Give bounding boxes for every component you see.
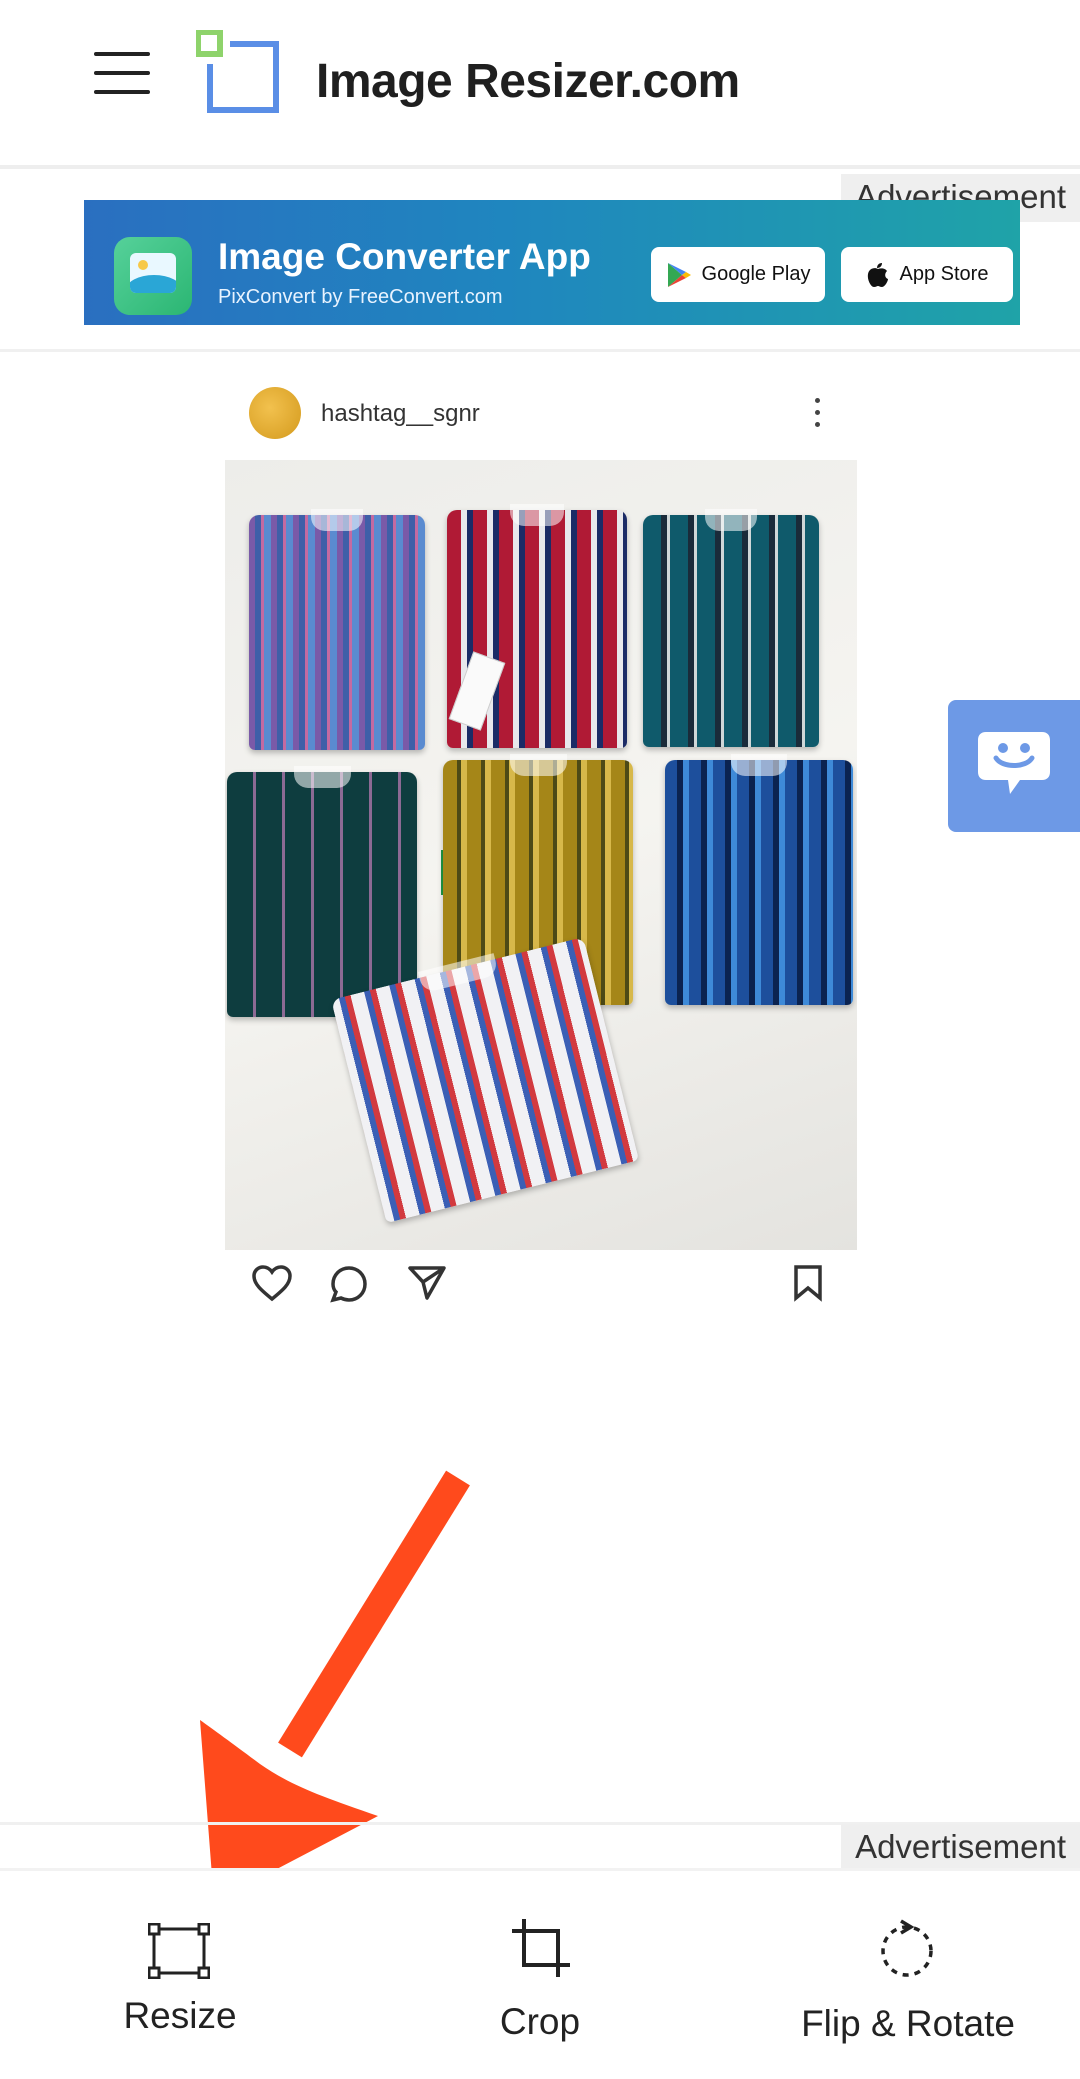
resize-tool-button[interactable]: Resize — [92, 1871, 268, 2079]
heart-icon — [252, 1265, 292, 1302]
bookmark-icon — [794, 1265, 822, 1302]
app-header: Image Resizer.com — [0, 0, 1080, 165]
flip-rotate-tool-button[interactable]: Flip & Rotate — [768, 1871, 1048, 2079]
ad-label-bottom: Advertisement — [841, 1824, 1080, 1872]
more-options-icon — [815, 398, 821, 428]
logo-icon[interactable] — [196, 30, 282, 116]
google-play-button[interactable]: Google Play — [651, 247, 825, 302]
image-converter-app-icon — [114, 237, 192, 315]
chat-smile-icon — [978, 732, 1050, 794]
google-play-label: Google Play — [701, 263, 811, 285]
apple-icon — [867, 262, 888, 287]
shirt-teal-check — [643, 509, 819, 747]
brand-title[interactable]: Image Resizer.com — [316, 54, 740, 109]
header-divider — [0, 165, 1080, 169]
uploaded-image-preview[interactable]: hashtag__sgnr — [225, 370, 857, 1310]
app-store-label: App Store — [899, 263, 989, 285]
resize-label: Resize — [123, 1995, 237, 2036]
post-header: hashtag__sgnr — [225, 370, 857, 460]
post-actions — [225, 1250, 857, 1310]
avatar — [249, 387, 301, 439]
crop-icon — [512, 1919, 570, 1977]
crop-label: Crop — [499, 2001, 581, 2042]
google-play-icon — [667, 262, 691, 287]
shirt-blue-check — [665, 754, 853, 1005]
shirt-dark-green-check — [227, 766, 417, 1017]
ad-subtitle: PixConvert by FreeConvert.com — [218, 286, 503, 308]
hamburger-menu-icon[interactable] — [94, 52, 150, 96]
bottom-toolbar: Resize Crop Flip & Rotate — [0, 1868, 1080, 2079]
ad-banner[interactable]: Image Converter App PixConvert by FreeCo… — [84, 200, 1020, 325]
post-username: hashtag__sgnr — [321, 400, 480, 427]
flip-rotate-label: Flip & Rotate — [801, 2003, 1015, 2044]
shirts-photo — [225, 460, 857, 1250]
crop-tool-button[interactable]: Crop — [452, 1871, 628, 2079]
resize-icon — [148, 1923, 210, 1979]
share-icon — [408, 1266, 446, 1300]
ad-divider — [0, 349, 1080, 352]
ad-title: Image Converter App — [218, 236, 591, 277]
app-store-button[interactable]: App Store — [841, 247, 1013, 302]
chat-support-button[interactable] — [948, 700, 1080, 832]
shirt-purple-check — [249, 509, 425, 750]
comment-icon — [330, 1266, 367, 1303]
rotate-icon — [881, 1919, 933, 1977]
